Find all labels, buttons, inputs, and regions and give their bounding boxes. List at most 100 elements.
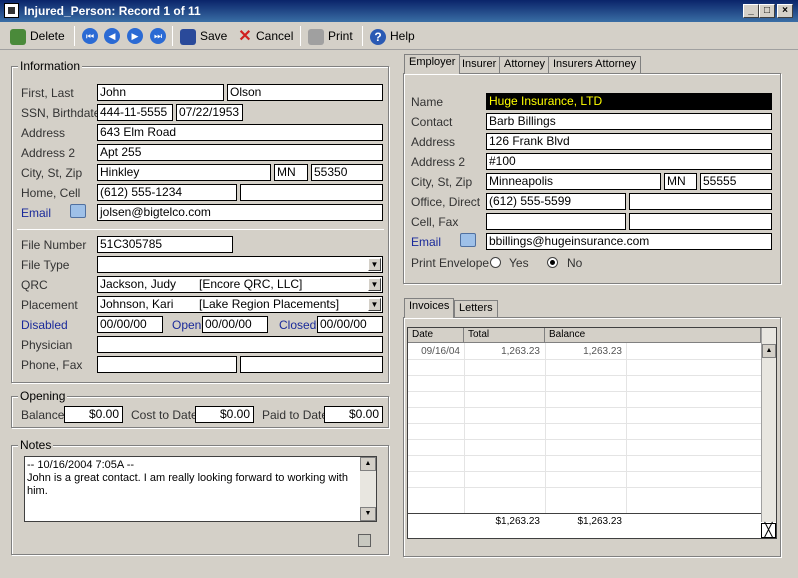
tab-insurer[interactable]: Insurer: [457, 56, 502, 73]
x-icon: ✕: [238, 27, 252, 45]
information-legend: Information: [18, 59, 83, 73]
city-field[interactable]: Hinkley: [97, 164, 271, 181]
window-title: Injured_Person: Record 1 of 11: [24, 4, 201, 18]
email-link[interactable]: Email: [21, 206, 51, 220]
chevron-down-icon[interactable]: ▼: [368, 278, 381, 291]
tab-employer[interactable]: Employer: [404, 54, 461, 74]
help-button[interactable]: ? Help: [370, 27, 415, 45]
closed-date-field[interactable]: 00/00/00: [317, 316, 383, 333]
toolbar-separator: [300, 26, 301, 46]
address2-field[interactable]: Apt 255: [97, 144, 383, 161]
app-icon: [4, 3, 19, 18]
delete-button[interactable]: Delete: [10, 27, 65, 45]
employer-zip-field[interactable]: 55555: [700, 173, 772, 190]
notes-scrollbar[interactable]: ▲ ▼: [360, 457, 376, 521]
notes-textarea[interactable]: -- 10/16/2004 7:05A -- John is a great c…: [24, 456, 377, 522]
help-icon: ?: [370, 28, 386, 45]
employer-direct-field[interactable]: [629, 193, 772, 210]
zip-field[interactable]: 55350: [311, 164, 383, 181]
notes-edit-icon[interactable]: [358, 534, 371, 547]
employer-office-field[interactable]: (612) 555-5599: [486, 193, 626, 210]
disabled-link[interactable]: Disabled: [21, 318, 68, 332]
save-button[interactable]: Save: [180, 27, 227, 45]
employer-state-field[interactable]: MN: [664, 173, 697, 190]
close-window-button[interactable]: ×: [777, 4, 793, 18]
last-record-icon[interactable]: ⏭: [150, 28, 166, 44]
employer-city-label: City, St, Zip: [411, 175, 473, 189]
print-button[interactable]: Print: [308, 27, 353, 45]
employer-contact-field[interactable]: Barb Billings: [486, 113, 772, 130]
notes-line: John is a great contact. I am really loo…: [27, 472, 348, 484]
email-envelope-icon[interactable]: [460, 233, 476, 247]
qrc-select[interactable]: Jackson, Judy [Encore QRC, LLC] ▼: [97, 276, 383, 293]
grid-header-total[interactable]: Total: [464, 328, 545, 343]
physician-phone-field[interactable]: [97, 356, 237, 373]
cell-phone-field[interactable]: [240, 184, 383, 201]
scroll-up-icon[interactable]: ▲: [360, 457, 376, 471]
email-field[interactable]: jolsen@bigtelco.com: [97, 204, 383, 221]
employer-email-link[interactable]: Email: [411, 235, 441, 249]
paid-to-date-field[interactable]: $0.00: [324, 406, 383, 423]
paid-to-date-label: Paid to Date: [262, 408, 329, 422]
ssn-field[interactable]: 444-11-5555: [97, 104, 173, 121]
physician-fax-field[interactable]: [240, 356, 383, 373]
home-cell-label: Home, Cell: [21, 186, 81, 200]
phone-fax-label: Phone, Fax: [21, 358, 83, 372]
next-record-icon[interactable]: ▶: [127, 28, 143, 44]
chevron-down-icon[interactable]: ▼: [368, 258, 381, 271]
employer-address2-label: Address 2: [411, 155, 466, 169]
scroll-up-icon[interactable]: ▲: [762, 344, 776, 358]
employer-fax-field[interactable]: [629, 213, 772, 230]
toolbar-separator: [362, 26, 363, 46]
grid-delete-row-icon[interactable]: ╳: [761, 523, 776, 538]
toolbar-separator: [74, 26, 75, 46]
chevron-down-icon[interactable]: ▼: [368, 298, 381, 311]
scroll-down-icon[interactable]: ▼: [360, 507, 376, 521]
physician-field[interactable]: [97, 336, 383, 353]
first-name-field[interactable]: John: [97, 84, 224, 101]
employer-address-field[interactable]: 126 Frank Blvd: [486, 133, 772, 150]
grid-scrollbar[interactable]: ▲: [761, 328, 776, 522]
address-field[interactable]: 643 Elm Road: [97, 124, 383, 141]
previous-record-icon[interactable]: ◀: [104, 28, 120, 44]
delete-label: Delete: [30, 29, 65, 43]
email-envelope-icon[interactable]: [70, 204, 86, 218]
tab-attorney[interactable]: Attorney: [499, 56, 550, 73]
invoices-grid[interactable]: Date Total Balance 09/16/04 1,263.23 1,2…: [407, 327, 777, 539]
home-phone-field[interactable]: (612) 555-1234: [97, 184, 237, 201]
balance-field[interactable]: $0.00: [64, 406, 123, 423]
help-label: Help: [390, 29, 415, 43]
employer-contact-label: Contact: [411, 115, 453, 129]
printer-icon: [308, 28, 324, 45]
closed-link[interactable]: Closed: [279, 318, 316, 332]
maximize-button[interactable]: □: [759, 4, 775, 18]
employer-cell-field[interactable]: [486, 213, 626, 230]
tab-invoices[interactable]: Invoices: [404, 298, 455, 318]
grid-header-balance[interactable]: Balance: [545, 328, 761, 343]
file-number-field[interactable]: 51C305785: [97, 236, 233, 253]
disabled-date-field[interactable]: 00/00/00: [97, 316, 163, 333]
birthdate-field[interactable]: 07/22/1953: [176, 104, 243, 121]
open-link[interactable]: Open: [172, 318, 201, 332]
notes-line: him.: [27, 485, 48, 497]
physician-label: Physician: [21, 338, 73, 352]
state-field[interactable]: MN: [274, 164, 308, 181]
employer-city-field[interactable]: Minneapolis: [486, 173, 661, 190]
envelope-yes-radio[interactable]: [490, 257, 501, 268]
cancel-button[interactable]: ✕ Cancel: [238, 27, 293, 45]
delete-icon: [10, 28, 26, 45]
employer-name-field[interactable]: Huge Insurance, LTD: [486, 93, 772, 110]
file-type-select[interactable]: ▼: [97, 256, 383, 273]
grid-header-date[interactable]: Date: [408, 328, 464, 343]
minimize-button[interactable]: _: [743, 4, 759, 18]
last-name-field[interactable]: Olson: [227, 84, 383, 101]
cost-to-date-field[interactable]: $0.00: [195, 406, 254, 423]
envelope-no-radio[interactable]: [547, 257, 558, 268]
open-date-field[interactable]: 00/00/00: [202, 316, 268, 333]
employer-address2-field[interactable]: #100: [486, 153, 772, 170]
placement-select[interactable]: Johnson, Kari [Lake Region Placements] ▼: [97, 296, 383, 313]
tab-insurers-attorney[interactable]: Insurers Attorney: [548, 56, 642, 73]
tab-letters[interactable]: Letters: [454, 300, 498, 317]
employer-email-field[interactable]: bbillings@hugeinsurance.com: [486, 233, 772, 250]
first-record-icon[interactable]: ⏮: [82, 28, 98, 44]
